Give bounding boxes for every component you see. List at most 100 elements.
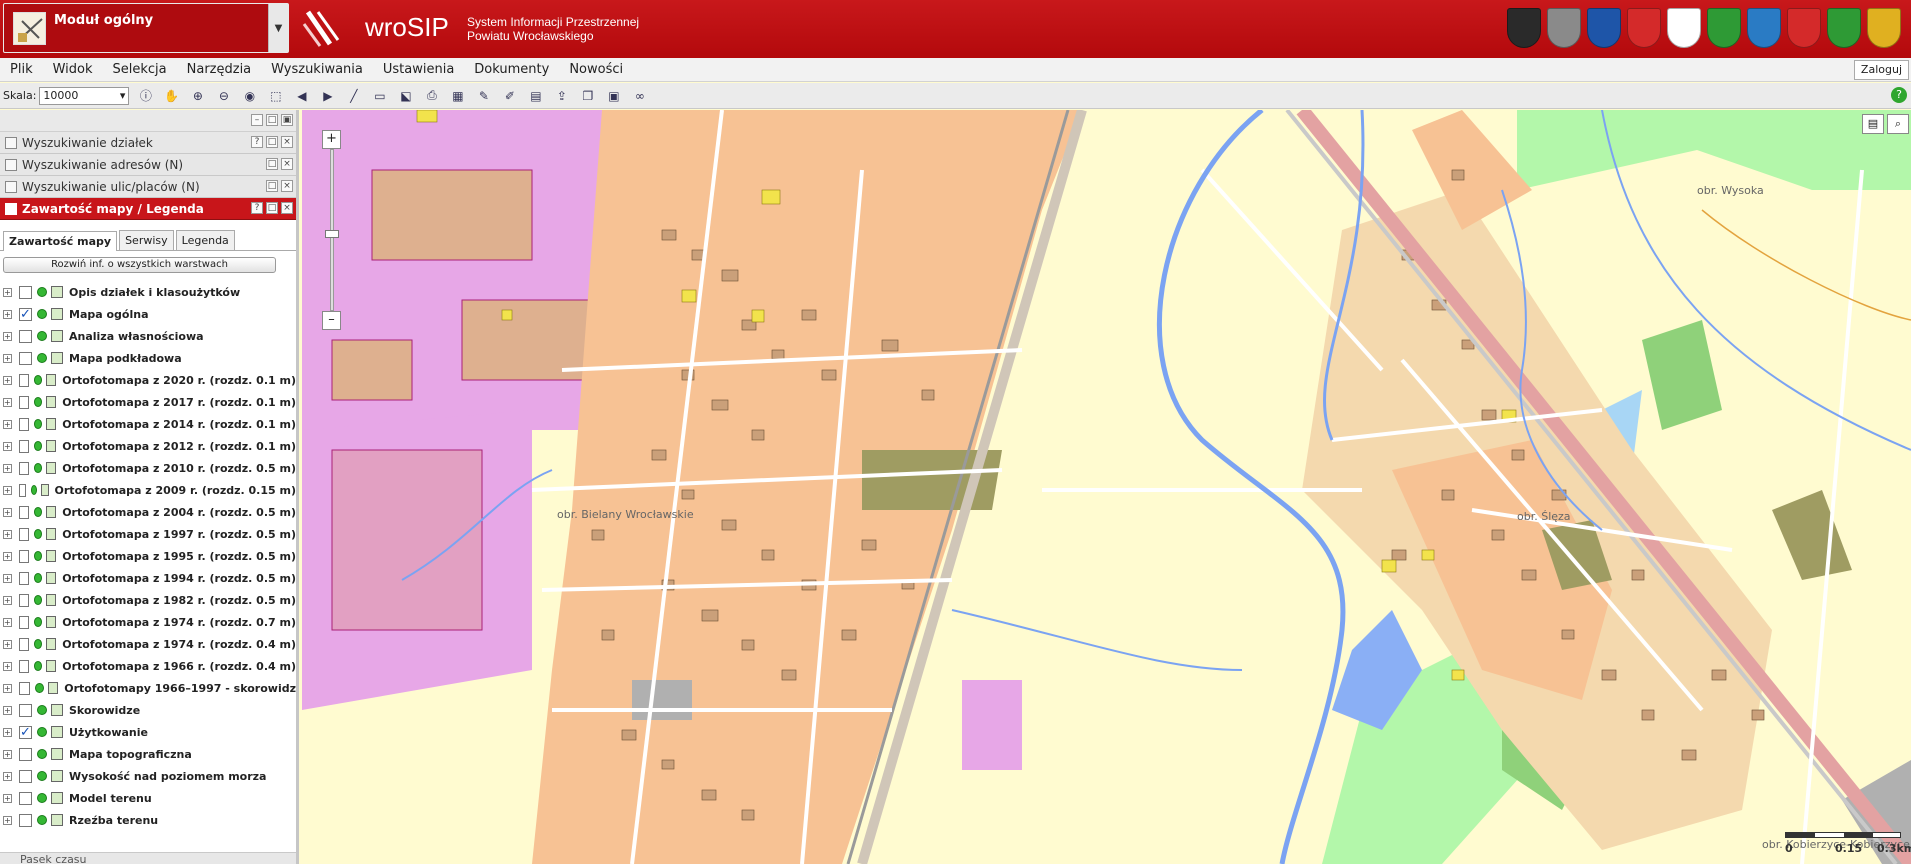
login-button[interactable]: Zaloguj bbox=[1853, 60, 1909, 80]
expand-layer-icon[interactable]: + bbox=[3, 771, 12, 781]
expand-layer-icon[interactable]: + bbox=[3, 595, 12, 605]
close-icon[interactable]: × bbox=[281, 136, 293, 148]
select-icon[interactable]: ⬕ bbox=[395, 86, 416, 106]
layer-checkbox[interactable] bbox=[19, 329, 32, 343]
layer-checkbox[interactable] bbox=[18, 483, 27, 497]
zoom-handle[interactable] bbox=[325, 230, 339, 238]
panel-header[interactable]: Wyszukiwanie działek? □ × bbox=[0, 132, 296, 154]
restore-icon[interactable]: □ bbox=[266, 158, 278, 170]
tab-legend[interactable]: Legenda bbox=[175, 230, 235, 250]
layer-checkbox[interactable] bbox=[19, 747, 32, 761]
menu-item[interactable]: Wyszukiwania bbox=[261, 62, 373, 77]
expand-layer-icon[interactable]: + bbox=[3, 375, 12, 385]
expand-layer-icon[interactable]: + bbox=[3, 287, 12, 297]
menu-item[interactable]: Ustawienia bbox=[373, 62, 464, 77]
zoom-in-button[interactable]: + bbox=[322, 130, 341, 149]
save-icon[interactable]: ▣ bbox=[603, 86, 624, 106]
help-icon[interactable]: ? bbox=[251, 136, 263, 148]
link-icon[interactable]: ∞ bbox=[629, 86, 650, 106]
measure-area-icon[interactable]: ▭ bbox=[369, 86, 390, 106]
expand-layer-icon[interactable]: + bbox=[3, 727, 12, 737]
layer-checkbox[interactable] bbox=[18, 439, 30, 453]
expand-layer-icon[interactable]: + bbox=[3, 331, 12, 341]
layer-checkbox[interactable] bbox=[18, 527, 30, 541]
close-icon[interactable]: × bbox=[281, 180, 293, 192]
layer-checkbox[interactable] bbox=[19, 351, 32, 365]
menu-item[interactable]: Widok bbox=[43, 62, 103, 77]
menu-item[interactable]: Selekcja bbox=[103, 62, 177, 77]
restore-icon[interactable]: □ bbox=[266, 114, 278, 126]
scale-select[interactable]: 10000 ▾ bbox=[39, 86, 130, 105]
time-panel-header[interactable]: Pasek czasu bbox=[0, 852, 296, 864]
expand-layer-icon[interactable]: + bbox=[3, 397, 12, 407]
expand-layer-icon[interactable]: + bbox=[3, 661, 12, 671]
panel-header[interactable]: Wyszukiwanie ulic/placów (N) □ × bbox=[0, 176, 296, 198]
maximize-icon[interactable]: ▣ bbox=[281, 114, 293, 126]
layer-checkbox[interactable] bbox=[18, 659, 30, 673]
restore-icon[interactable]: □ bbox=[266, 202, 278, 214]
layer-checkbox[interactable] bbox=[19, 285, 32, 299]
edit-icon[interactable]: ✎ bbox=[473, 86, 494, 106]
expand-layer-icon[interactable]: + bbox=[3, 705, 12, 715]
layer-checkbox[interactable] bbox=[18, 395, 30, 409]
expand-layer-icon[interactable]: + bbox=[3, 485, 12, 495]
layer-checkbox[interactable] bbox=[18, 593, 30, 607]
zoom-slider[interactable]: + – bbox=[321, 130, 343, 330]
zoom-box-icon[interactable]: ⬚ bbox=[265, 86, 286, 106]
back-arrow-icon[interactable]: ◀ bbox=[291, 86, 312, 106]
table-icon[interactable]: ▤ bbox=[525, 86, 546, 106]
expand-layer-icon[interactable]: + bbox=[3, 815, 12, 825]
info-icon[interactable]: ⓘ bbox=[135, 86, 156, 106]
expand-layer-icon[interactable]: + bbox=[3, 419, 12, 429]
close-icon[interactable]: × bbox=[281, 158, 293, 170]
expand-layer-icon[interactable]: + bbox=[3, 573, 12, 583]
expand-layer-icon[interactable]: + bbox=[3, 793, 12, 803]
layer-checkbox[interactable] bbox=[18, 549, 30, 563]
expand-layer-icon[interactable]: + bbox=[3, 463, 12, 473]
export-icon[interactable]: ⇪ bbox=[551, 86, 572, 106]
layer-checkbox[interactable] bbox=[18, 373, 30, 387]
expand-layer-icon[interactable]: + bbox=[3, 749, 12, 759]
restore-icon[interactable]: □ bbox=[266, 136, 278, 148]
minimize-icon[interactable]: – bbox=[251, 114, 263, 126]
layer-checkbox[interactable]: ✓ bbox=[19, 307, 32, 322]
layer-checkbox[interactable] bbox=[18, 615, 30, 629]
expand-layer-icon[interactable]: + bbox=[3, 353, 12, 363]
layer-checkbox[interactable] bbox=[18, 505, 30, 519]
layer-checkbox[interactable] bbox=[18, 637, 30, 651]
menu-item[interactable]: Narzędzia bbox=[177, 62, 262, 77]
expand-layer-icon[interactable]: + bbox=[3, 529, 12, 539]
expand-layer-icon[interactable]: + bbox=[3, 551, 12, 561]
expand-layer-icon[interactable]: + bbox=[3, 309, 12, 319]
forward-arrow-icon[interactable]: ▶ bbox=[317, 86, 338, 106]
measure-line-icon[interactable]: ╱ bbox=[343, 86, 364, 106]
map-view[interactable]: + – ▤ ⌕ obr. Wysoka obr. Bielany Wrocław… bbox=[302, 110, 1911, 864]
layer-checkbox[interactable] bbox=[19, 791, 32, 805]
tab-services[interactable]: Serwisy bbox=[119, 230, 174, 250]
copy-icon[interactable]: ❐ bbox=[577, 86, 598, 106]
layer-checkbox[interactable] bbox=[19, 703, 32, 717]
menu-item[interactable]: Nowości bbox=[559, 62, 633, 77]
module-select[interactable]: Moduł ogólny ▼ bbox=[3, 3, 289, 53]
close-icon[interactable]: × bbox=[281, 202, 293, 214]
search-icon[interactable]: ⌕ bbox=[1887, 114, 1909, 134]
comment-icon[interactable]: ▤ bbox=[1862, 114, 1884, 134]
layer-checkbox[interactable] bbox=[19, 813, 32, 827]
layer-checkbox[interactable] bbox=[18, 571, 30, 585]
layer-checkbox[interactable] bbox=[19, 769, 32, 783]
menu-item[interactable]: Plik bbox=[0, 62, 43, 77]
expand-layer-icon[interactable]: + bbox=[3, 507, 12, 517]
layer-checkbox[interactable] bbox=[18, 681, 30, 695]
pan-icon[interactable]: ✋ bbox=[161, 86, 182, 106]
print-icon[interactable]: ⎙ bbox=[421, 86, 442, 106]
dropdown-arrow-icon[interactable]: ▼ bbox=[268, 4, 288, 52]
panel-header[interactable]: Zawartość mapy / Legenda? □ × bbox=[0, 198, 296, 220]
menu-item[interactable]: Dokumenty bbox=[464, 62, 559, 77]
zoom-in-icon[interactable]: ⊕ bbox=[187, 86, 208, 106]
expand-layer-icon[interactable]: + bbox=[3, 617, 12, 627]
tab-map-content[interactable]: Zawartość mapy bbox=[3, 231, 118, 251]
map-canvas[interactable] bbox=[302, 110, 1911, 864]
expand-layer-icon[interactable]: + bbox=[3, 441, 12, 451]
full-extent-icon[interactable]: ◉ bbox=[239, 86, 260, 106]
restore-icon[interactable]: □ bbox=[266, 180, 278, 192]
